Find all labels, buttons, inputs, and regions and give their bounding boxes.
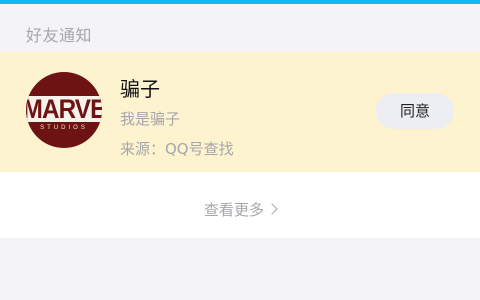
- view-more-row[interactable]: 查看更多: [0, 172, 480, 238]
- bottom-empty-area: [0, 238, 480, 300]
- chevron-right-icon: [266, 203, 278, 215]
- section-title: 好友通知: [26, 26, 93, 45]
- avatar-logo-subtext: STUDIOS: [40, 125, 88, 131]
- section-header: 好友通知: [0, 4, 480, 52]
- avatar[interactable]: MARVEL STUDIOS: [26, 72, 102, 148]
- requester-name: 骗子: [120, 77, 160, 101]
- verification-message: 我是骗子: [120, 110, 181, 128]
- friend-notifications-page: 好友通知 MARVEL STUDIOS 骗子 我是骗子 来源：QQ号查找 同意 …: [0, 0, 480, 300]
- accept-button[interactable]: 同意: [376, 93, 454, 129]
- avatar-logo-text: MARVEL: [26, 94, 102, 124]
- friend-request-item[interactable]: MARVEL STUDIOS 骗子 我是骗子 来源：QQ号查找 同意: [0, 52, 480, 172]
- view-more-label: 查看更多: [203, 201, 264, 219]
- request-source: 来源：QQ号查找: [120, 140, 234, 158]
- view-more-link[interactable]: 查看更多: [0, 199, 480, 220]
